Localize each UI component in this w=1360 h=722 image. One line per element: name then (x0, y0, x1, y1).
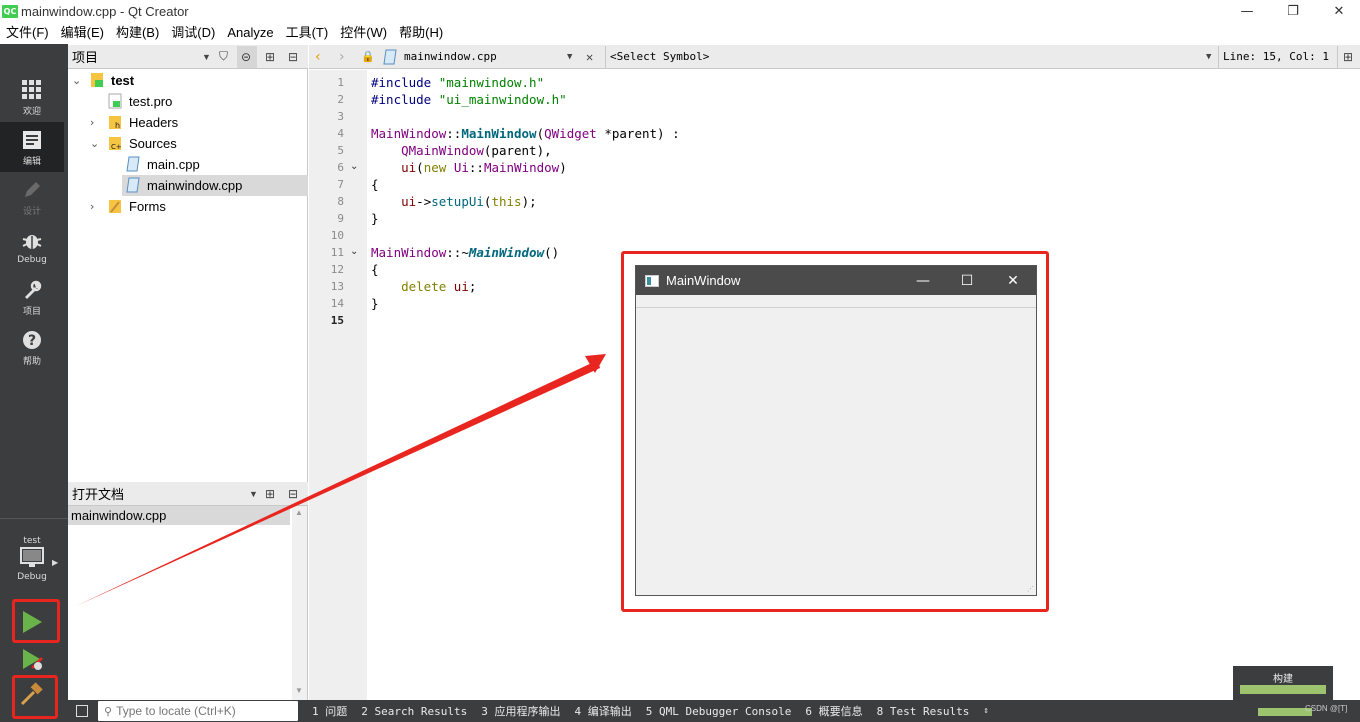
tab-issues[interactable]: 1 问题 (312, 703, 347, 719)
search-icon: ⚲ (104, 704, 113, 718)
tab-test-results[interactable]: 8 Test Results (877, 705, 970, 718)
build-progress-bar (1240, 685, 1326, 694)
toggle-sidebar-icon[interactable] (76, 705, 88, 717)
tab-qml-console[interactable]: 5 QML Debugger Console (646, 705, 792, 718)
tab-general-messages[interactable]: 6 概要信息 (805, 703, 862, 719)
annotation-arrow (76, 354, 606, 606)
locator-placeholder: Type to locate (Ctrl+K) (116, 704, 236, 718)
build-progress-label: 构建 (1273, 674, 1293, 685)
tab-search-results[interactable]: 2 Search Results (361, 705, 467, 718)
locator-input[interactable]: ⚲ Type to locate (Ctrl+K) (98, 701, 298, 721)
tab-app-output[interactable]: 3 应用程序输出 (481, 703, 560, 719)
tabs-arrow-icon[interactable]: ⇕ (983, 706, 988, 716)
mini-progress-bar (1258, 708, 1312, 716)
watermark: CSDN @[T] (1305, 704, 1348, 713)
status-bar: ⚲ Type to locate (Ctrl+K) 1 问题 2 Search … (68, 700, 1360, 722)
tab-compile-output[interactable]: 4 编译输出 (574, 703, 631, 719)
build-progress[interactable]: 构建 (1233, 666, 1333, 700)
